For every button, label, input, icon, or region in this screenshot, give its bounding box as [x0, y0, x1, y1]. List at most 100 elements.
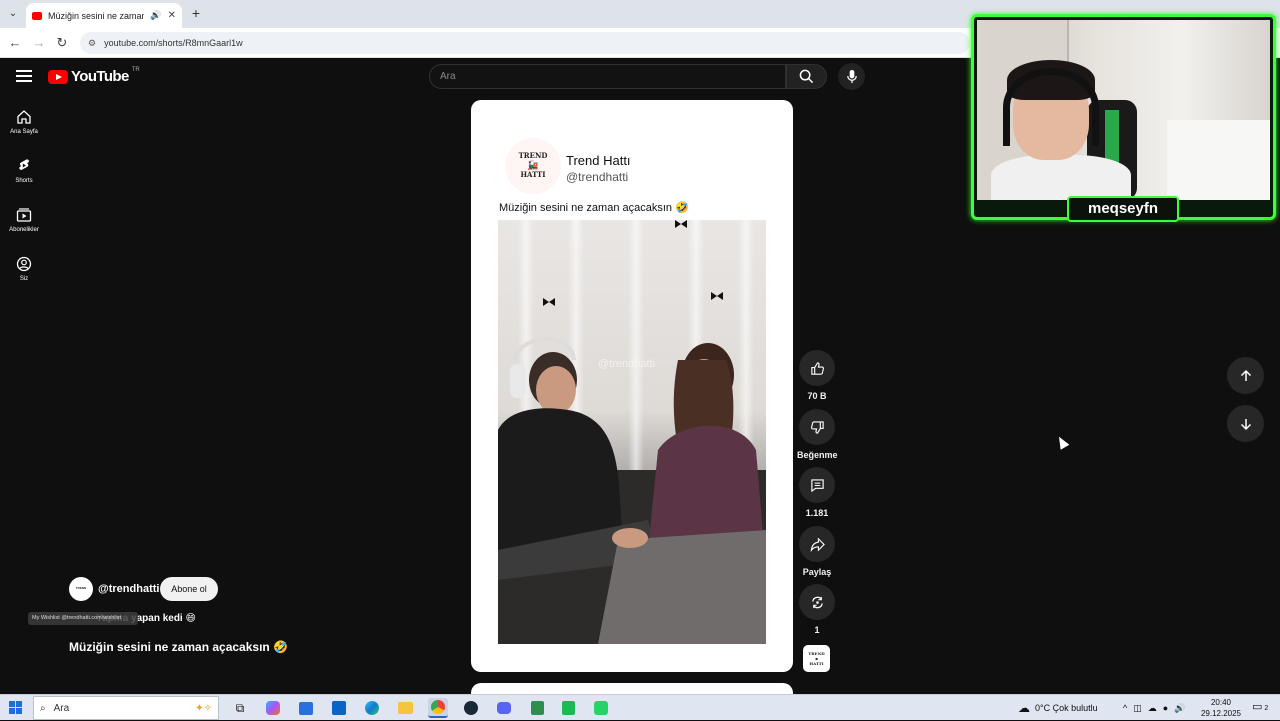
home-icon — [17, 110, 31, 124]
you-icon — [16, 256, 32, 272]
chrome-icon[interactable] — [428, 698, 448, 718]
forward-button[interactable]: → — [30, 34, 48, 52]
subscriptions-icon — [16, 208, 32, 222]
file-explorer-icon[interactable] — [395, 698, 415, 718]
youtube-wordmark: YouTube — [71, 68, 129, 85]
volume-icon[interactable]: 🔊 — [1174, 703, 1185, 714]
browser-tab-active[interactable]: Müziğin sesini ne zaman a 🔊 ✕ — [26, 3, 182, 28]
guide-label-home: Ana Sayfa — [10, 129, 38, 135]
new-tab-button[interactable]: + — [188, 4, 204, 22]
tab-title: Müziğin sesini ne zaman a — [48, 10, 145, 21]
taskbar-search-placeholder: Ara — [53, 702, 70, 714]
short-video-player[interactable]: TREND 🚂 HATTI Trend Hattı @trendhatti Mü… — [471, 100, 793, 672]
remix-button[interactable] — [799, 584, 835, 620]
arrow-up-icon — [1240, 369, 1251, 381]
guide-item-you[interactable]: Siz — [0, 256, 48, 282]
previous-short-button[interactable] — [1227, 357, 1264, 394]
discord-icon[interactable] — [494, 698, 514, 718]
dislike-action[interactable]: Beğenme — [797, 409, 838, 460]
youtube-logo[interactable]: YouTube TR — [48, 66, 140, 85]
clock-time: 20:40 — [1210, 698, 1232, 707]
microphone-tray-icon[interactable]: ● — [1163, 703, 1168, 713]
card-caption: Müziğin sesini ne zaman açacaksın 🤣 — [499, 202, 689, 214]
arrow-down-icon — [1240, 418, 1251, 430]
taskbar-search-box[interactable]: ⌕ Ara ✦✧ — [33, 696, 219, 720]
next-short-button[interactable] — [1227, 405, 1264, 442]
thumbs-down-icon — [810, 420, 824, 434]
card-channel-logo: TREND 🚂 HATTI — [505, 138, 561, 194]
tray-cloud-icon[interactable]: ☁ — [1148, 703, 1157, 714]
weather-widget[interactable]: ☁ 0°C Çok bulutlu — [1018, 695, 1098, 721]
guide-item-shorts[interactable]: Shorts — [0, 158, 48, 184]
clock-date: 29.12.2025 — [1200, 709, 1242, 718]
card-logo-line1: TREND — [518, 151, 548, 161]
wishlist-tooltip: My Wishlist @trendhatti.com/wishlist — [28, 612, 138, 625]
comment-icon — [810, 478, 824, 492]
card-channel-handle: @trendhatti — [566, 170, 629, 184]
store-icon[interactable] — [296, 698, 316, 718]
channel-avatar[interactable]: TREND — [69, 577, 93, 601]
url-text: youtube.com/shorts/R8mnGaarl1w — [104, 38, 243, 48]
windows-start-icon[interactable] — [9, 701, 22, 714]
back-button[interactable]: ← — [6, 34, 24, 52]
pivot-logo-line2: HATTI — [809, 661, 824, 667]
video-people-illustration — [498, 337, 766, 644]
site-info-icon[interactable]: ⚙ — [88, 38, 96, 49]
address-bar[interactable]: ⚙ youtube.com/shorts/R8mnGaarl1w — [80, 32, 970, 54]
cloud-icon: ☁ — [1018, 701, 1030, 715]
guide-label-subscriptions: Abonelikler — [9, 227, 39, 233]
spotify-like-icon[interactable] — [558, 698, 578, 718]
guide-item-subscriptions[interactable]: Abonelikler — [0, 207, 48, 233]
avatar-logo-line1: TREND — [75, 586, 87, 591]
task-view-icon[interactable]: ⧉ — [230, 698, 250, 718]
short-title: Müziğin sesini ne zaman açacaksın 🤣 — [69, 640, 289, 654]
like-count: 70 B — [807, 391, 827, 401]
comment-action[interactable]: 1.181 — [797, 467, 837, 518]
remix-count: 1 — [814, 625, 820, 635]
comment-button[interactable] — [799, 467, 835, 503]
remix-action[interactable]: 1 — [797, 584, 837, 635]
notification-count: 2 — [1264, 705, 1269, 712]
comment-count: 1.181 — [805, 508, 829, 518]
subscribe-button[interactable]: Abone ol — [160, 577, 218, 601]
outlook-icon[interactable] — [329, 698, 349, 718]
whatsapp-icon[interactable] — [591, 698, 611, 718]
mouse-cursor — [1054, 434, 1070, 450]
search-button[interactable] — [786, 64, 827, 89]
card-logo-line2: HATTI — [520, 170, 546, 180]
channel-handle[interactable]: @trendhatti — [98, 583, 159, 595]
app-icon[interactable] — [527, 698, 547, 718]
taskbar-clock[interactable]: 20:40 29.12.2025 — [1198, 697, 1244, 719]
guide-menu-button[interactable] — [16, 70, 32, 84]
voice-search-button[interactable] — [838, 63, 865, 90]
headset-icon — [1003, 68, 1099, 146]
notification-center-button[interactable]: ▭ 2 — [1252, 700, 1270, 716]
webcam-video — [977, 20, 1270, 200]
dislike-button[interactable] — [799, 409, 835, 445]
bed — [1167, 120, 1270, 200]
tab-search-chevron-icon[interactable]: ⌄ — [5, 6, 21, 22]
tab-close-icon[interactable]: ✕ — [168, 10, 176, 21]
remix-icon — [811, 596, 823, 608]
like-action[interactable]: 70 B — [797, 350, 837, 401]
share-button[interactable] — [799, 526, 835, 562]
youtube-play-icon — [48, 69, 68, 84]
edge-icon[interactable] — [362, 698, 382, 718]
system-tray[interactable]: ^ ◫ ☁ ● 🔊 — [1123, 695, 1185, 721]
share-icon — [810, 537, 825, 552]
copilot-icon[interactable] — [263, 698, 283, 718]
sound-pivot-button[interactable]: TREND ▪ HATTI — [803, 645, 830, 672]
guide-label-you: Siz — [19, 276, 29, 282]
like-button[interactable] — [799, 350, 835, 386]
search-input[interactable]: Ara — [429, 64, 786, 89]
tray-chevron-icon[interactable]: ^ — [1123, 703, 1127, 713]
steam-icon[interactable] — [461, 698, 481, 718]
reload-button[interactable]: ↻ — [53, 34, 71, 52]
streamer-webcam-overlay: meqseyfn — [969, 10, 1278, 226]
share-action[interactable]: Paylaş — [797, 526, 837, 577]
tray-app-icon[interactable]: ◫ — [1133, 703, 1142, 714]
share-label: Paylaş — [802, 567, 832, 577]
guide-item-home[interactable]: Ana Sayfa — [0, 109, 48, 135]
tab-audio-icon[interactable]: 🔊 — [150, 10, 161, 21]
country-code: TR — [131, 66, 140, 73]
